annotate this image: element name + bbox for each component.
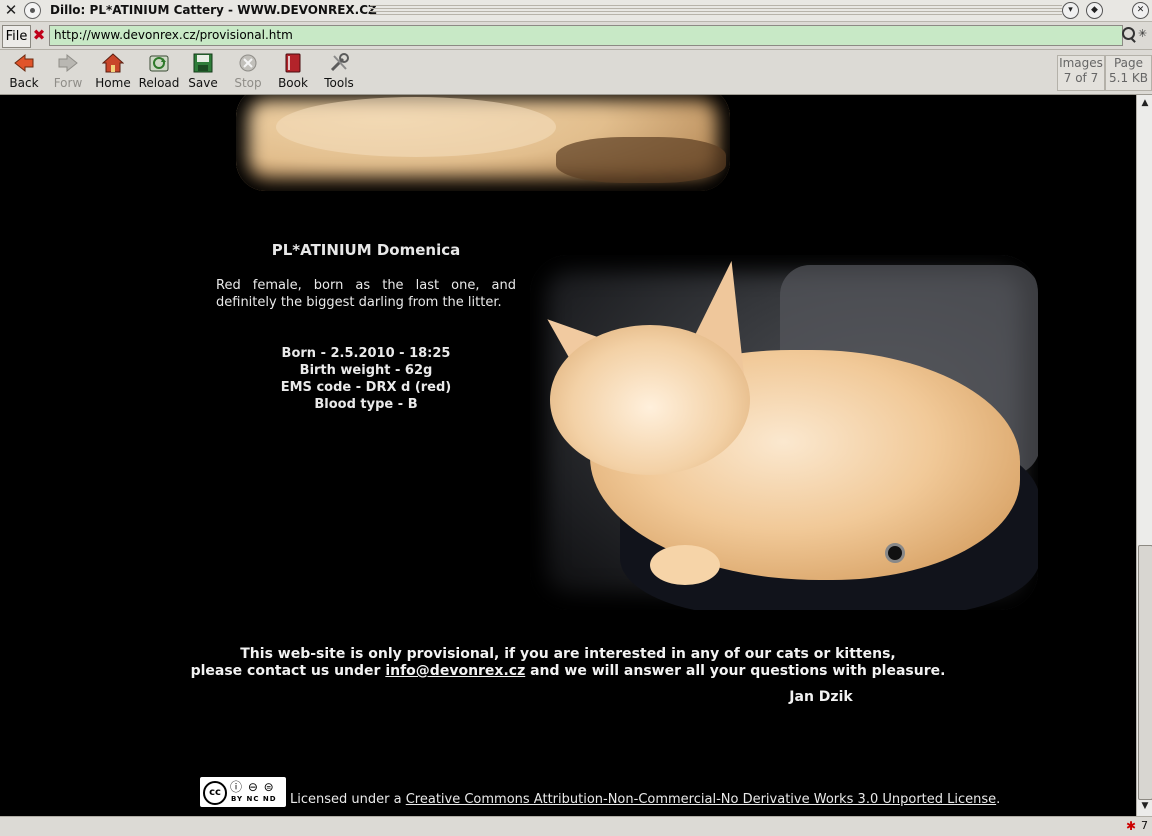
forward-label: Forw	[53, 76, 83, 90]
forward-arrow-icon	[57, 53, 79, 73]
images-label: Images	[1059, 56, 1103, 70]
toolbar: Back Forw Home Reload Save Stop Book Too…	[0, 50, 1152, 95]
images-counter: Images 7 of 7	[1057, 55, 1105, 91]
save-button[interactable]: Save	[186, 53, 220, 91]
creative-commons-badge[interactable]: cc ⓘ ⊖ ⊜ BY NC ND	[199, 776, 287, 808]
status-bar: ✱ 7	[0, 816, 1152, 836]
back-arrow-icon	[13, 53, 35, 73]
fact-birth-weight: Birth weight - 62g	[299, 363, 433, 378]
home-button[interactable]: Home	[94, 53, 132, 91]
license-text: Licensed under a Creative Commons Attrib…	[290, 792, 1001, 807]
search-icon[interactable]	[1122, 26, 1136, 44]
scrollbar-thumb[interactable]	[1138, 545, 1152, 800]
cat-name-heading: PL*ATINIUM Domenica	[271, 241, 461, 259]
save-icon	[192, 53, 214, 73]
stop-label: Stop	[234, 76, 262, 90]
clear-url-icon[interactable]: ✖	[31, 26, 47, 45]
help-icon[interactable]: ✳	[1138, 27, 1150, 43]
window-titlebar: ✕ Dillo: PL*ATINIUM Cattery - WWW.DEVONR…	[0, 0, 1152, 22]
close-window-icon[interactable]: ✕	[1132, 2, 1149, 19]
cc-logo-icon: cc	[203, 781, 227, 805]
notice-line-2: please contact us under info@devonrex.cz…	[190, 663, 946, 679]
home-label: Home	[95, 76, 131, 90]
signature: Jan Dzik	[789, 689, 853, 705]
cat-photo-top	[236, 95, 730, 191]
save-label: Save	[188, 76, 218, 90]
scroll-up-icon[interactable]: ▲	[1139, 97, 1151, 109]
cat-photo-domenica	[530, 255, 1038, 610]
location-bar: File ✖ http://www.devonrex.cz/provisiona…	[0, 22, 1152, 50]
window-title: Dillo: PL*ATINIUM Cattery - WWW.DEVONREX…	[50, 3, 377, 17]
scroll-down-icon[interactable]: ▼	[1139, 800, 1151, 812]
bookmarks-button[interactable]: Book	[276, 53, 310, 91]
tools-icon	[328, 53, 350, 73]
reload-icon	[148, 53, 170, 73]
tools-button[interactable]: Tools	[321, 53, 357, 91]
home-icon	[101, 53, 125, 73]
stop-button[interactable]: Stop	[231, 53, 265, 91]
page-size-indicator: Page 5.1 KB	[1105, 55, 1152, 91]
titlebar-decoration	[370, 5, 1062, 16]
license-badges-icon: ⓘ ⊖ ⊜	[230, 780, 275, 794]
fact-blood-type: Blood type - B	[314, 397, 418, 412]
fact-born: Born - 2.5.2010 - 18:25	[281, 346, 451, 361]
fact-ems-code: EMS code - DRX d (red)	[280, 380, 452, 395]
images-count: 7 of 7	[1063, 71, 1099, 85]
bug-count: 7	[1141, 819, 1148, 832]
notice-line-1: This web-site is only provisional, if yo…	[240, 646, 896, 662]
reload-button[interactable]: Reload	[138, 53, 180, 91]
x-logo-icon[interactable]: ✕	[3, 2, 19, 18]
maximize-icon[interactable]: ◆	[1086, 2, 1103, 19]
bookmarks-icon	[282, 53, 304, 73]
back-label: Back	[9, 76, 39, 90]
cc-terms: BY NC ND	[231, 795, 277, 803]
page-content: PL*ATINIUM Domenica Red female, born as …	[0, 95, 1136, 816]
minimize-icon[interactable]: ▾	[1062, 2, 1079, 19]
window-menu-icon[interactable]	[24, 2, 41, 19]
reload-label: Reload	[138, 76, 180, 90]
cat-facts: Born - 2.5.2010 - 18:25 Birth weight - 6…	[216, 345, 516, 413]
forward-button[interactable]: Forw	[50, 53, 86, 91]
back-button[interactable]: Back	[6, 53, 42, 91]
cat-description: Red female, born as the last one, and de…	[216, 278, 516, 310]
bug-meter-icon[interactable]: ✱	[1126, 819, 1136, 833]
license-link[interactable]: Creative Commons Attribution-Non-Commerc…	[406, 792, 996, 807]
provisional-notice: This web-site is only provisional, if yo…	[0, 646, 1136, 680]
url-input[interactable]: http://www.devonrex.cz/provisional.htm	[49, 25, 1123, 46]
page-label: Page	[1113, 56, 1144, 70]
tools-label: Tools	[324, 76, 354, 90]
bookmarks-label: Book	[278, 76, 308, 90]
page-size: 5.1 KB	[1109, 71, 1148, 85]
vertical-scrollbar[interactable]: ▲ ▼	[1136, 95, 1152, 816]
file-menu-button[interactable]: File	[2, 25, 31, 48]
contact-email-link[interactable]: info@devonrex.cz	[385, 663, 525, 679]
stop-icon	[237, 53, 259, 73]
